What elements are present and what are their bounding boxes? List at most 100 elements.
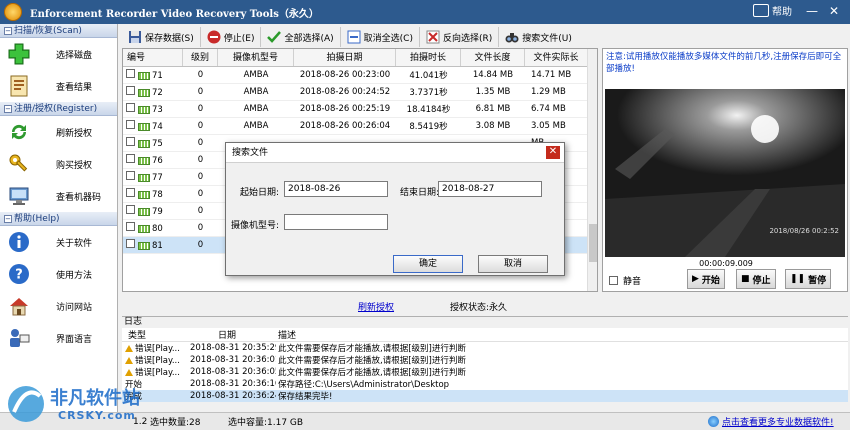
sidebar-item-label: 关于软件 [56,238,93,249]
watermark-line2: CRSKY.com [58,409,136,422]
camera-model-input[interactable] [284,214,388,230]
dialog-close-button[interactable]: ✕ [546,146,560,159]
row-cell-size: 3.08 MB [475,121,511,131]
save-data-button[interactable]: 保存数据(S) [122,27,201,47]
log-row[interactable]: 完成 2018-08-31 20:36:24 保存结果完毕! [122,390,848,402]
col-level[interactable]: 级别 [183,49,218,66]
sidebar-item-machine-code[interactable]: 查看机器码 [0,180,117,212]
cancel-button[interactable]: 取消 [478,255,548,273]
sidebar-item-about[interactable]: 关于软件 [0,226,117,258]
sidebar-item-refresh-license[interactable]: 刷新授权 [0,116,117,148]
row-id: 71 [152,71,163,81]
log-desc: 此文件需要保存后才能播放,请根据[级别]进行判断! [278,344,466,354]
video-file-icon [138,88,150,97]
sidebar-item-view-results[interactable]: 查看结果 [0,70,117,102]
row-cell-level: 0 [197,87,204,97]
row-checkbox[interactable] [126,171,135,180]
col-real-size[interactable]: 文件实际长 [525,49,588,66]
sidebar-item-buy-license[interactable]: 购买授权 [0,148,117,180]
save-label: 保存数据(S) [145,33,194,44]
sidebar-item-language[interactable]: 界面语言 [0,322,117,354]
table-row[interactable]: 74 0 AMBA 2018-08-26 00:26:04 8.5419秒 3.08 MB… [123,118,597,135]
col-camera[interactable]: 摄像机型号 [218,49,294,66]
more-software-link[interactable]: 点击查看更多专业数据软件! [722,415,834,428]
plus-icon [8,43,30,65]
log-col-date[interactable]: 日期 [186,328,276,341]
end-date-input[interactable] [438,181,542,197]
table-row[interactable]: 72 0 AMBA 2018-08-26 00:24:52 3.7371秒 1.35 MB… [123,84,597,101]
col-date[interactable]: 拍摄日期 [294,49,396,66]
row-checkbox[interactable] [126,154,135,163]
row-id: 74 [152,122,163,132]
table-row[interactable]: 73 0 AMBA 2018-08-26 00:25:19 18.4184秒 6.81 M… [123,101,597,118]
col-id[interactable]: 编号 [123,49,183,66]
row-checkbox[interactable] [126,137,135,146]
row-checkbox[interactable] [126,188,135,197]
refresh-license-link[interactable]: 刷新授权 [358,300,394,313]
sidebar-section-register[interactable]: − 注册/授权(Register) [0,102,117,116]
stop-icon [207,30,221,44]
row-id-cell: 76 [123,154,183,166]
minimize-button[interactable]: — [804,3,820,19]
col-size[interactable]: 文件长度 [461,49,525,66]
mute-toggle[interactable]: 静音 [606,274,641,287]
home-icon [10,298,28,316]
row-checkbox[interactable] [126,120,135,129]
log-type-cell: 错误[Play... [122,342,186,354]
section-label: 扫描/恢复(Scan) [14,25,82,36]
start-date-label: 起始日期: [240,188,280,198]
mute-checkbox[interactable] [609,275,618,285]
row-checkbox[interactable] [126,205,135,214]
sidebar-item-select-disk[interactable]: 选择磁盘 [0,38,117,70]
ok-button[interactable]: 确定 [393,255,463,273]
deselect-all-button[interactable]: 取消全选(C) [341,27,420,47]
row-checkbox[interactable] [126,86,135,95]
collapse-icon[interactable]: − [4,26,12,35]
sidebar-section-help[interactable]: − 帮助(Help) [0,212,117,226]
scrollbar-thumb[interactable] [589,224,597,262]
watermark: 非凡软件站 CRSKY.com [0,378,170,430]
row-id-cell: 79 [123,205,183,217]
table-row[interactable]: 71 0 AMBA 2018-08-26 00:23:00 41.041秒 14.84 M… [123,67,597,84]
col-duration[interactable]: 拍摄时长 [396,49,461,66]
row-cell-level: 0 [197,155,204,165]
invert-selection-button[interactable]: 反向选择(R) [420,27,500,47]
row-id-cell: 74 [123,120,183,132]
sidebar-section-scan[interactable]: − 扫描/恢复(Scan) [0,24,117,38]
video-preview[interactable]: 2018/08/26 00:2:52 [605,89,845,257]
sidebar-item-usage[interactable]: ? 使用方法 [0,258,117,290]
log-row[interactable]: 开始 2018-08-31 20:36:16 保存路径:C:\Users\Admin… [122,378,848,390]
close-button[interactable]: ✕ [826,3,842,19]
video-file-icon [138,241,150,250]
log-type-cell: 错误[Play... [122,366,186,378]
log-row[interactable]: 错误[Play... 2018-08-31 20:35:29 此文件需要保存后才能播… [122,342,848,354]
row-cell-date: 2018-08-26 00:23:00 [299,70,391,80]
log-col-type[interactable]: 类型 [122,328,186,341]
sidebar-item-website[interactable]: 访问网站 [0,290,117,322]
collapse-icon[interactable]: − [4,104,12,113]
select-all-button[interactable]: 全部选择(A) [261,27,341,47]
video-file-icon [138,207,150,216]
pause-button[interactable]: ❚❚ 暂停 [785,269,832,289]
row-checkbox[interactable] [126,239,135,248]
stop-button[interactable]: 停止(E) [201,27,262,47]
start-date-input[interactable] [284,181,388,197]
help-button[interactable]: 帮助 [753,3,792,18]
row-checkbox[interactable] [126,103,135,112]
play-button[interactable]: ▶ 开始 [687,269,725,289]
mute-label: 静音 [623,276,642,287]
row-checkbox[interactable] [126,69,135,78]
log-type: 错误[Play... [135,368,180,378]
row-checkbox[interactable] [126,222,135,231]
row-id-cell: 71 [123,69,183,81]
row-cell-camera: AMBA [243,87,269,97]
search-files-button[interactable]: 搜索文件(U) [499,27,578,47]
log-row[interactable]: 错误[Play... 2018-08-31 20:36:01 此文件需要保存后才能播… [122,354,848,366]
log-row[interactable]: 错误[Play... 2018-08-31 20:36:05 此文件需要保存后才能播… [122,366,848,378]
log-col-desc[interactable]: 描述 [276,328,676,341]
collapse-icon[interactable]: − [4,214,12,223]
pause-label: 暂停 [808,275,827,286]
stop-playback-button[interactable]: ■ 停止 [736,269,776,289]
row-cell-duration: 3.7371秒 [409,88,448,98]
table-scrollbar[interactable] [587,49,597,291]
